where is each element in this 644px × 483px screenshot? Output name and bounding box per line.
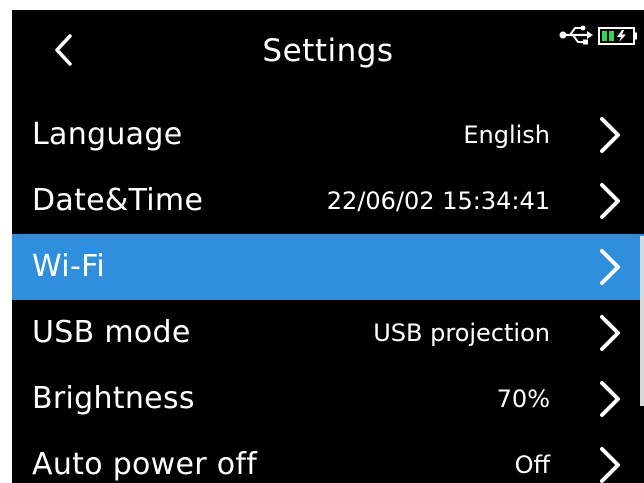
menu-item-label: Wi-Fi [32,249,106,284]
chevron-right-icon [600,183,620,219]
menu-item-value: Off [514,451,550,479]
scrollbar[interactable] [640,236,644,406]
menu-item-label: USB mode [32,315,191,350]
menu-item-label: Language [32,117,183,152]
chevron-right-icon [600,381,620,417]
chevron-right-icon [600,315,620,351]
menu-item-brightness[interactable]: Brightness 70% [12,366,644,432]
settings-menu: Language English Date&Time 22/06/02 15:3… [12,102,644,483]
menu-item-auto-power-off[interactable]: Auto power off Off [12,432,644,483]
menu-item-wifi[interactable]: Wi-Fi [12,234,644,300]
menu-item-value: 70% [496,385,550,413]
menu-item-usb-mode[interactable]: USB mode USB projection [12,300,644,366]
menu-item-label: Brightness [32,381,195,416]
menu-item-value: USB projection [373,319,550,347]
menu-item-language[interactable]: Language English [12,102,644,168]
menu-item-value: 22/06/02 15:34:41 [326,187,550,215]
chevron-right-icon [600,447,620,483]
header-bar: Settings [12,10,644,100]
device-screen: Settings Language English Date&Time 22/0… [12,10,644,483]
menu-item-label: Date&Time [32,183,204,218]
page-title: Settings [262,33,394,69]
chevron-right-icon [600,249,620,285]
battery-charging-icon [598,27,637,45]
usb-icon [559,25,593,45]
menu-item-date-time[interactable]: Date&Time 22/06/02 15:34:41 [12,168,644,234]
menu-item-value: English [463,121,550,149]
chevron-right-icon [600,117,620,153]
menu-item-label: Auto power off [32,447,258,482]
